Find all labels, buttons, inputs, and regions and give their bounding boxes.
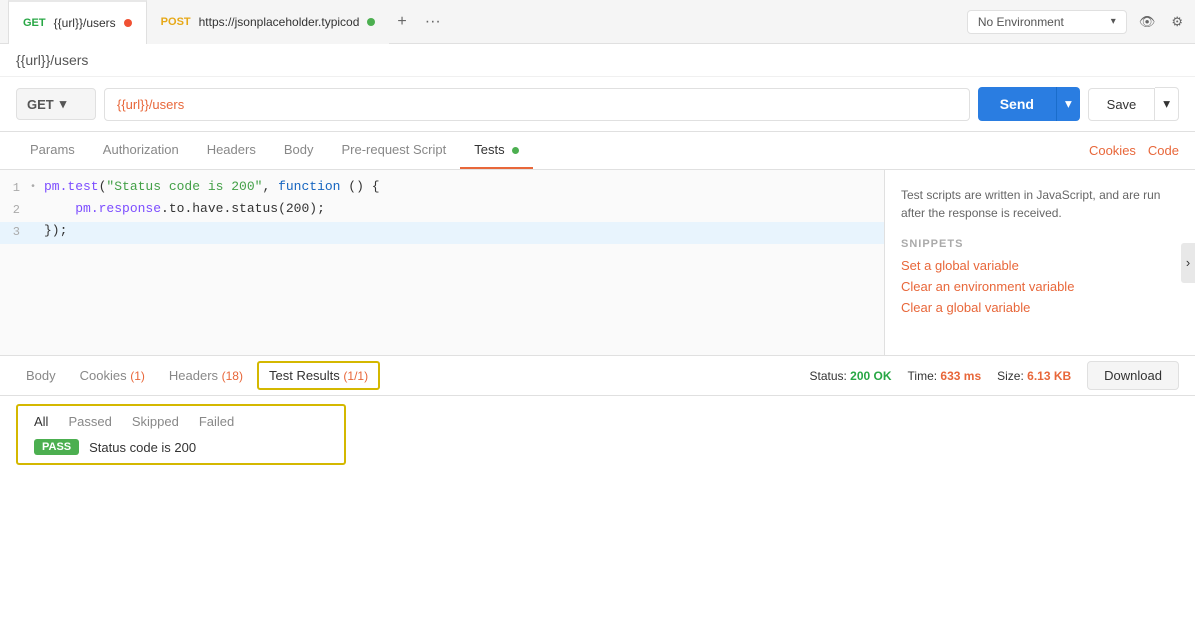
test-results-badge: (1/1) bbox=[343, 369, 368, 383]
response-tabs: Body Cookies (1) Headers (18) Test Resul… bbox=[0, 356, 1195, 396]
test-filter-tabs: All Passed Skipped Failed bbox=[34, 414, 328, 429]
filter-tab-all[interactable]: All bbox=[34, 414, 48, 429]
tab-body[interactable]: Body bbox=[270, 132, 328, 169]
tab-get-dot bbox=[124, 19, 132, 27]
method-select[interactable]: GET ▾ bbox=[16, 88, 96, 120]
time-value: 633 ms bbox=[940, 369, 981, 383]
resp-tab-body[interactable]: Body bbox=[16, 360, 66, 391]
resp-tab-test-results[interactable]: Test Results (1/1) bbox=[257, 361, 380, 390]
request-name-bar: {{url}}/users bbox=[0, 44, 1195, 77]
request-name: {{url}}/users bbox=[16, 52, 88, 68]
cookies-link[interactable]: Cookies bbox=[1089, 143, 1136, 158]
tab-params[interactable]: Params bbox=[16, 132, 89, 169]
tab-post[interactable]: POST https://jsonplaceholder.typicod bbox=[147, 0, 390, 44]
panel-arrow[interactable]: › bbox=[1181, 243, 1195, 283]
filter-tab-skipped[interactable]: Skipped bbox=[132, 414, 179, 429]
nav-right: Cookies Code bbox=[1089, 143, 1179, 158]
tab-authorization[interactable]: Authorization bbox=[89, 132, 193, 169]
test-results-content: All Passed Skipped Failed PASS Status co… bbox=[0, 396, 1195, 473]
send-button[interactable]: Send bbox=[978, 87, 1056, 121]
save-button-group: Save ▾ bbox=[1088, 87, 1179, 121]
tab-get-method: GET bbox=[23, 17, 46, 29]
gear-icon[interactable]: ⚙ bbox=[1167, 10, 1187, 34]
main-content: 1 • pm.test("Status code is 200", functi… bbox=[0, 170, 1195, 355]
time-label: Time: 633 ms bbox=[908, 369, 982, 383]
download-button[interactable]: Download bbox=[1087, 361, 1179, 390]
tab-get[interactable]: GET {{url}}/users bbox=[8, 0, 147, 44]
eye-icon[interactable]: 👁 bbox=[1135, 10, 1160, 34]
tab-tests[interactable]: Tests bbox=[460, 132, 533, 169]
status-value: 200 OK bbox=[850, 369, 891, 383]
nav-tabs: Params Authorization Headers Body Pre-re… bbox=[0, 132, 1195, 170]
tab-bar: GET {{url}}/users POST https://jsonplace… bbox=[0, 0, 1195, 44]
environment-select[interactable]: No Environment ▾ bbox=[967, 10, 1127, 34]
snippet-set-global[interactable]: Set a global variable bbox=[901, 258, 1179, 273]
code-line-1: 1 • pm.test("Status code is 200", functi… bbox=[0, 178, 884, 200]
snippets-panel: Test scripts are written in JavaScript, … bbox=[885, 170, 1195, 355]
pass-badge: PASS bbox=[34, 439, 79, 455]
snippet-clear-env[interactable]: Clear an environment variable bbox=[901, 279, 1179, 294]
code-link[interactable]: Code bbox=[1148, 143, 1179, 158]
tab-headers[interactable]: Headers bbox=[193, 132, 270, 169]
filter-tab-passed[interactable]: Passed bbox=[68, 414, 111, 429]
url-input[interactable] bbox=[104, 88, 970, 121]
snippets-info: Test scripts are written in JavaScript, … bbox=[901, 186, 1179, 222]
test-row: PASS Status code is 200 bbox=[34, 439, 328, 455]
tab-post-dot bbox=[367, 18, 375, 26]
size-value: 6.13 KB bbox=[1027, 369, 1071, 383]
chevron-down-icon: ▾ bbox=[1111, 16, 1116, 27]
status-label: Status: 200 OK bbox=[809, 369, 891, 383]
code-line-2: 2 pm.response.to.have.status(200); bbox=[0, 200, 884, 222]
tab-pre-request[interactable]: Pre-request Script bbox=[327, 132, 460, 169]
send-button-group: Send ▾ bbox=[978, 87, 1080, 121]
more-tabs-button[interactable]: ··· bbox=[421, 9, 445, 35]
method-label: GET bbox=[27, 97, 54, 112]
tab-post-method: POST bbox=[161, 16, 191, 28]
environment-area: No Environment ▾ 👁 ⚙ bbox=[967, 10, 1187, 34]
save-dropdown-button[interactable]: ▾ bbox=[1155, 87, 1179, 121]
code-line-3: 3 }); bbox=[0, 222, 884, 244]
snippets-label: SNIPPETS bbox=[901, 238, 1179, 250]
response-area: Body Cookies (1) Headers (18) Test Resul… bbox=[0, 355, 1195, 473]
test-name: Status code is 200 bbox=[89, 440, 196, 455]
method-chevron-icon: ▾ bbox=[60, 96, 67, 112]
save-button[interactable]: Save bbox=[1088, 88, 1156, 121]
response-status-bar: Status: 200 OK Time: 633 ms Size: 6.13 K… bbox=[809, 361, 1179, 390]
test-results-panel: All Passed Skipped Failed PASS Status co… bbox=[16, 404, 346, 465]
resp-tab-headers[interactable]: Headers (18) bbox=[159, 360, 253, 391]
resp-tab-cookies[interactable]: Cookies (1) bbox=[70, 360, 155, 391]
tests-dot bbox=[512, 147, 519, 154]
tab-get-url: {{url}}/users bbox=[54, 16, 116, 30]
send-dropdown-button[interactable]: ▾ bbox=[1056, 87, 1080, 121]
code-editor[interactable]: 1 • pm.test("Status code is 200", functi… bbox=[0, 170, 885, 355]
url-bar: GET ▾ Send ▾ Save ▾ bbox=[0, 77, 1195, 132]
tab-actions: + ··· bbox=[393, 9, 444, 35]
snippet-clear-global[interactable]: Clear a global variable bbox=[901, 300, 1179, 315]
add-tab-button[interactable]: + bbox=[393, 9, 410, 35]
headers-badge: (18) bbox=[222, 369, 243, 383]
cookies-badge: (1) bbox=[130, 369, 145, 383]
filter-tab-failed[interactable]: Failed bbox=[199, 414, 234, 429]
size-label: Size: 6.13 KB bbox=[997, 369, 1071, 383]
environment-label: No Environment bbox=[978, 15, 1064, 29]
tab-post-url: https://jsonplaceholder.typicod bbox=[199, 15, 360, 29]
